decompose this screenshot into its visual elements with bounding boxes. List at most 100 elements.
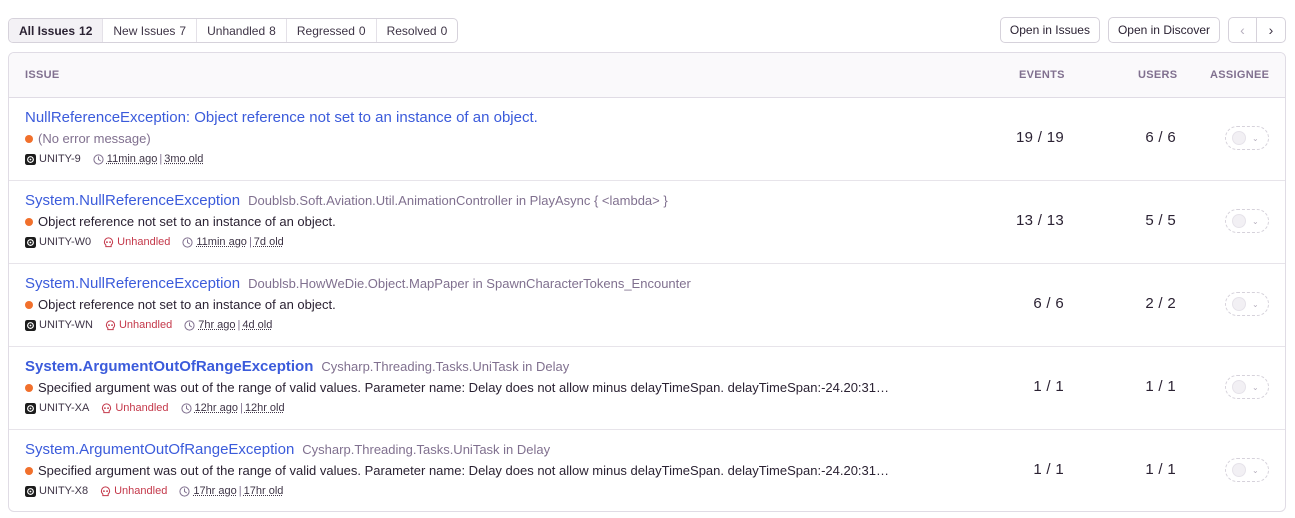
users-column-header: USERS [1138,69,1178,81]
issue-message-line: Object reference not set to an instance … [25,214,980,229]
assignee-avatar-placeholder [1232,214,1246,228]
first-seen-time[interactable]: 4d old [242,319,272,331]
clock-icon [180,402,192,414]
error-level-indicator [25,217,33,226]
issue-row[interactable]: System.ArgumentOutOfRangeException Cyshar… [9,430,1285,511]
skull-icon [100,485,111,496]
next-page-button[interactable]: › [1257,18,1285,42]
previous-page-button[interactable]: ‹ [1229,18,1257,42]
unity-project-icon [25,402,36,414]
tab-label: Unhandled [207,23,266,38]
issue-short-id: UNITY-X8 [39,485,89,497]
assignee-selector[interactable]: ⌄ [1225,209,1269,233]
assignee-avatar-placeholder [1232,380,1246,394]
issue-meta: UNITY-9 11min ago | 3mo old [25,153,203,165]
first-seen-time[interactable]: 12hr old [245,402,285,414]
issue-users-count: 1 / 1 [1145,461,1176,478]
issue-message-line: Specified argument was out of the range … [25,380,980,395]
last-seen-time[interactable]: 11min ago [196,236,247,248]
issue-events-count: 6 / 6 [1033,295,1064,312]
issue-short-id: UNITY-WN [39,319,93,331]
issue-short-id: UNITY-9 [39,153,81,165]
tab-label: Resolved [386,23,437,38]
tab-new-issues[interactable]: New Issues 7 [103,19,198,42]
unhandled-badge: Unhandled [103,236,170,248]
issue-title-link[interactable]: System.ArgumentOutOfRangeException [25,358,313,375]
assignee-selector[interactable]: ⌄ [1225,126,1269,150]
meta-separator: | [159,153,163,165]
assignee-selector[interactable]: ⌄ [1225,458,1269,482]
tab-resolved[interactable]: Resolved 0 [377,19,458,42]
assignee-selector[interactable]: ⌄ [1225,292,1269,316]
issue-meta: UNITY-X8 Unhandled 17hr ago | 17hr old [25,485,283,497]
clock-icon [179,485,190,497]
tab-regressed[interactable]: Regressed 0 [287,19,377,42]
assignee-column-header: ASSIGNEE [1210,69,1270,81]
meta-separator: | [238,485,242,497]
issue-message-line: Specified argument was out of the range … [25,463,980,478]
assignee-selector[interactable]: ⌄ [1225,375,1269,399]
issue-row[interactable]: System.ArgumentOutOfRangeException Cyshar… [9,347,1285,430]
first-seen-time[interactable]: 3mo old [164,153,203,165]
chevron-down-icon: ⌄ [1252,382,1259,392]
issue-row[interactable]: System.NullReferenceException Doublsb.Sof… [9,181,1285,264]
open-in-discover-button[interactable]: Open in Discover [1107,17,1220,43]
error-level-indicator [25,134,33,143]
issues-panel: ISSUE EVENTS USERS ASSIGNEE NullReferenc… [8,52,1286,512]
issue-title-link[interactable]: System.NullReferenceException [25,192,240,209]
issue-message: Specified argument was out of the range … [38,380,889,395]
last-seen-time[interactable]: 12hr ago [195,402,238,414]
issue-culprit: Doublsb.HowWeDie.Object.MapPaper in Spaw… [248,276,691,291]
tab-label: All Issues [19,23,76,38]
issue-row[interactable]: NullReferenceException: Object reference… [9,98,1285,181]
issues-table-header: ISSUE EVENTS USERS ASSIGNEE [9,53,1285,98]
issue-title-line: System.ArgumentOutOfRangeException Cyshar… [25,441,550,458]
tab-unhandled[interactable]: Unhandled 8 [197,19,287,42]
issue-culprit: Cysharp.Threading.Tasks.UniTask in Delay [321,359,570,374]
open-in-issues-button[interactable]: Open in Issues [999,17,1100,43]
tab-label: Regressed [296,23,355,38]
clock-icon [184,319,195,331]
meta-separator: | [239,402,243,414]
first-seen-time[interactable]: 7d old [254,236,284,248]
issue-title-link[interactable]: NullReferenceException: Object reference… [25,109,538,126]
meta-separator: | [237,319,241,331]
issue-title-line: System.ArgumentOutOfRangeException Cyshar… [25,358,569,375]
last-seen-time[interactable]: 17hr ago [193,485,236,497]
tab-count: 0 [440,23,448,38]
chevron-down-icon: ⌄ [1252,465,1259,475]
unity-project-icon [25,485,36,497]
issue-message-line: (No error message) [25,131,980,146]
issue-row[interactable]: System.NullReferenceException Doublsb.How… [9,264,1285,347]
skull-icon [102,402,112,413]
assignee-avatar-placeholder [1232,131,1246,145]
issue-events-count: 13 / 13 [1016,212,1064,229]
assignee-avatar-placeholder [1232,297,1246,311]
tab-count: 7 [179,23,187,38]
unity-project-icon [25,153,36,165]
issue-message: Specified argument was out of the range … [38,463,889,478]
tab-count: 8 [269,23,276,38]
unhandled-label: Unhandled [114,485,168,497]
issue-title-link[interactable]: System.ArgumentOutOfRangeException [25,441,294,458]
issue-filter-tabs: All Issues 12 New Issues 7 Unhandled 8 Regr… [8,18,459,43]
issue-title-line: System.NullReferenceException Doublsb.How… [25,275,691,292]
issue-title-link[interactable]: System.NullReferenceException [25,275,240,292]
issue-events-count: 1 / 1 [1033,378,1064,395]
last-seen-time[interactable]: 7hr ago [198,319,235,331]
unhandled-label: Unhandled [117,236,171,248]
clock-icon [182,236,193,248]
tab-all-issues[interactable]: All Issues 12 [9,19,104,42]
pagination: ‹ › [1228,17,1286,43]
chevron-down-icon: ⌄ [1252,299,1259,309]
error-level-indicator [25,300,33,309]
first-seen-time[interactable]: 17hr old [244,485,284,497]
issue-short-id: UNITY-W0 [39,236,92,248]
error-level-indicator [25,466,33,475]
chevron-down-icon: ⌄ [1252,133,1259,143]
toolbar-actions: Open in Issues Open in Discover ‹ › [999,17,1286,43]
unhandled-label: Unhandled [115,402,169,414]
skull-icon [105,319,116,330]
last-seen-time[interactable]: 11min ago [107,153,158,165]
issue-users-count: 1 / 1 [1145,378,1176,395]
